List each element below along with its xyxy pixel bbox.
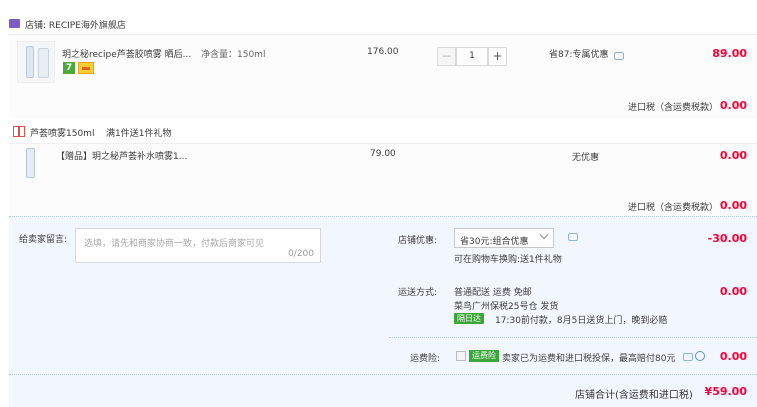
shipping-promise: 17:30前付款，8月5日送货上门，晚到必赔 <box>495 316 668 326</box>
shipping-method[interactable]: 普通配送 运费 免邮 <box>454 285 532 298</box>
quantity-increase-button[interactable]: + <box>488 47 507 66</box>
gift-subtotal: 0.00 <box>719 149 747 162</box>
shop-total-label: 店铺合计(含运费和进口税) <box>575 390 693 401</box>
gift-discount: 无优惠 <box>572 153 600 163</box>
message-placeholder: 选填，请先和商家协商一致，付款后商家可见 <box>84 239 265 249</box>
product-thumbnail[interactable] <box>17 41 55 83</box>
quantity-input[interactable]: 1 <box>456 47 488 66</box>
gift-name[interactable]: 【赠品】玥之秘芦荟补水喷雾1... <box>56 149 187 162</box>
gift-group-header: 芦荟喷雾150ml 满1件送1件礼物 <box>9 121 757 143</box>
insurance-badge-text: 运费险 <box>472 351 496 360</box>
import-tax-value: 0.00 <box>719 99 747 112</box>
help-icon[interactable] <box>695 351 705 361</box>
shipping-label: 运送方式: <box>398 288 438 298</box>
import-tax-label: 进口税（含运费税款） <box>628 103 719 113</box>
item-discount: 省87:专属优惠 <box>549 50 609 60</box>
next-day-badge-text: 隔日达 <box>457 314 481 323</box>
message-input[interactable]: 选填，请先和商家协商一致，付款后商家可见 0/200 <box>75 228 321 263</box>
next-day-badge: 隔日达 <box>454 313 484 324</box>
insurance-badge: 运费险 <box>469 350 499 362</box>
insurance-info-icon[interactable] <box>683 353 693 361</box>
message-label: 给卖家留言: <box>19 235 68 245</box>
shop-icon <box>9 19 20 28</box>
shipping-value: 0.00 <box>719 285 747 298</box>
seven-day-return-icon: 7 <box>63 62 75 74</box>
gift-group-title: 芦荟喷雾150ml <box>30 129 95 139</box>
insurance-divider <box>389 337 757 338</box>
insurance-label: 运费险: <box>410 354 441 364</box>
order-options-panel: 给卖家留言: 选填，请先和商家协商一致，付款后商家可见 0/200 店铺优惠: … <box>9 216 757 374</box>
gift-icon <box>13 126 25 137</box>
gift-item-row: 【赠品】玥之秘芦荟补水喷雾1... 79.00 无优惠 0.00 进口税（含运费… <box>9 143 757 216</box>
gift-unit-price: 79.00 <box>370 149 396 159</box>
insurance-value: 0.00 <box>719 350 747 363</box>
product-name[interactable]: 玥之秘recipe芦荟胶喷雾 晒后... <box>62 47 191 60</box>
item-subtotal: 89.00 <box>712 47 747 60</box>
coupon-info-icon[interactable] <box>568 233 578 241</box>
message-char-count: 0/200 <box>288 249 314 259</box>
card-payment-icon <box>78 62 94 74</box>
chevron-down-icon <box>539 230 549 240</box>
coupon-label: 店铺优惠: <box>398 236 438 246</box>
gift-group-rule: 满1件送1件礼物 <box>106 129 172 139</box>
gift-tax-label: 进口税（含运费税款） <box>628 203 719 213</box>
gift-thumbnail[interactable] <box>26 148 35 178</box>
shop-name[interactable]: 店铺: RECIPE海外旗舰店 <box>25 18 126 31</box>
shipping-warehouse: 菜鸟广州保税25号仓 发货 <box>454 302 559 312</box>
coupon-note: 可在购物车换购:送1件礼物 <box>454 255 562 265</box>
gift-tax-value: 0.00 <box>719 199 747 212</box>
shop-total-value: ¥59.00 <box>704 385 747 398</box>
unit-price: 176.00 <box>367 47 399 57</box>
cart-item-row: 玥之秘recipe芦荟胶喷雾 晒后... 净含量：150ml 7 176.00 … <box>9 34 757 118</box>
quantity-decrease-button[interactable]: − <box>437 47 456 66</box>
coupon-value: -30.00 <box>707 232 747 245</box>
coupon-select[interactable]: 省30元:组合优惠 <box>454 228 554 248</box>
shop-total-bar: 店铺合计(含运费和进口税) ¥59.00 <box>9 374 757 407</box>
insurance-checkbox[interactable] <box>456 351 466 361</box>
coupon-selected: 省30元:组合优惠 <box>460 237 529 247</box>
discount-info-icon[interactable] <box>614 52 624 60</box>
product-spec: 净含量：150ml <box>201 50 266 60</box>
shop-header: 店铺: RECIPE海外旗舰店 <box>9 14 757 34</box>
insurance-text: 卖家已为运费和进口税投保，最高赔付80元 <box>502 354 676 364</box>
